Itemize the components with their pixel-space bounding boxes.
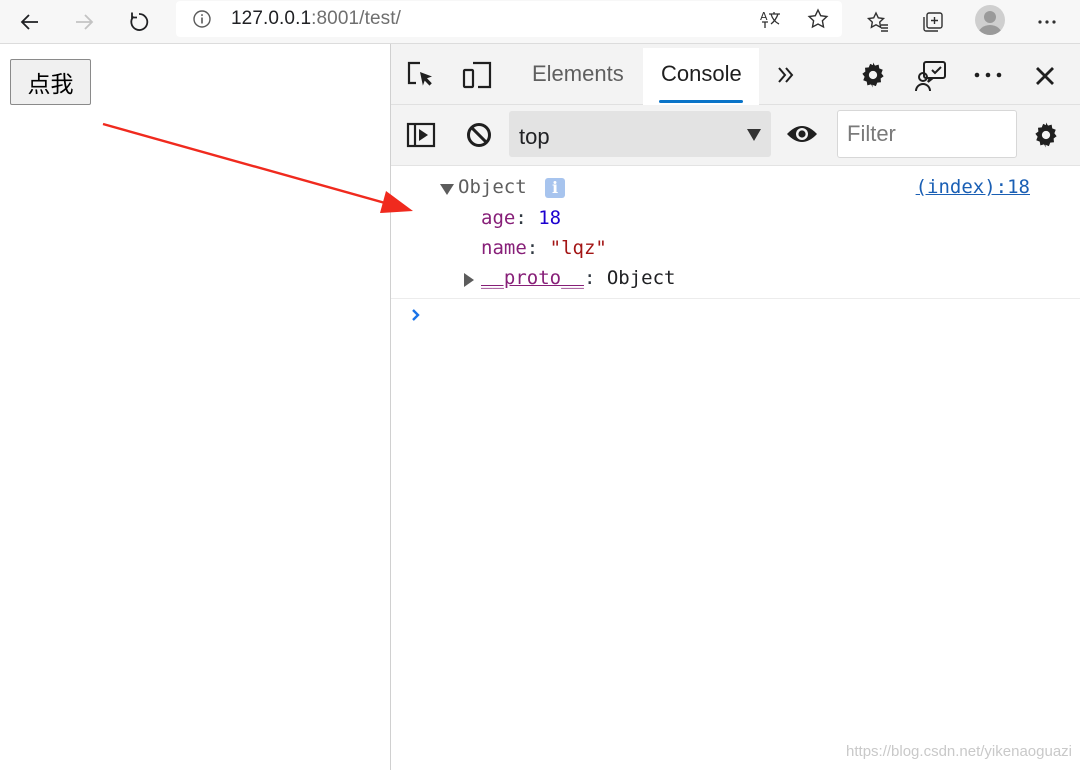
property-value: "lqz" xyxy=(549,237,607,259)
info-badge-icon[interactable]: i xyxy=(545,178,565,198)
clear-icon xyxy=(467,123,491,147)
url-text[interactable]: 127.0.0.1:8001/test/ xyxy=(231,8,401,30)
devtools-tab-bar: Elements Console xyxy=(391,44,1080,105)
sidebar-toggle-icon xyxy=(406,122,436,148)
console-sidebar-button[interactable] xyxy=(405,119,437,151)
active-tab-indicator xyxy=(659,100,743,103)
filter-input[interactable] xyxy=(837,110,1017,158)
click-me-button[interactable]: 点我 xyxy=(10,59,91,105)
tab-elements[interactable]: Elements xyxy=(532,61,624,87)
clear-console-button[interactable] xyxy=(463,119,495,151)
devtools-panel: Elements Console top Filter Object i (in… xyxy=(390,44,1080,770)
refresh-button[interactable] xyxy=(121,4,157,40)
property-key: age xyxy=(481,207,516,229)
favorites-button[interactable] xyxy=(860,4,896,40)
refresh-icon xyxy=(130,12,149,31)
back-arrow-icon xyxy=(20,14,38,30)
address-bar[interactable]: 127.0.0.1:8001/test/ A xyxy=(176,1,842,37)
property-separator: : xyxy=(515,207,539,229)
info-icon[interactable] xyxy=(192,9,212,29)
property-key: name xyxy=(481,237,527,259)
prompt-chevron-icon[interactable] xyxy=(409,308,423,322)
collapse-triangle-icon[interactable] xyxy=(464,273,474,287)
property-row[interactable]: __proto__: Object xyxy=(481,267,675,293)
more-icon xyxy=(1038,20,1056,24)
console-entry[interactable]: Object i (index):18 xyxy=(391,176,1080,202)
tab-console[interactable]: Console xyxy=(661,61,742,87)
more-options-icon xyxy=(974,72,1002,78)
profile-icon xyxy=(978,11,1002,35)
url-host: 127.0.0.1 xyxy=(231,8,312,29)
property-value: 18 xyxy=(538,207,562,229)
svg-text:A: A xyxy=(760,10,768,23)
expand-triangle-icon[interactable] xyxy=(440,184,454,195)
eye-icon xyxy=(787,126,817,142)
entry-divider xyxy=(391,298,1080,299)
collections-icon xyxy=(923,12,943,32)
browser-toolbar: 127.0.0.1:8001/test/ A xyxy=(0,0,1080,44)
device-toggle-button[interactable] xyxy=(460,58,494,92)
property-value: Object xyxy=(606,267,676,289)
browser-menu-button[interactable] xyxy=(1029,4,1065,40)
settings-icon xyxy=(1035,122,1057,148)
back-button[interactable] xyxy=(12,4,48,40)
property-separator: : xyxy=(583,267,607,289)
property-row: name: "lqz" xyxy=(481,237,607,263)
favorites-icon xyxy=(866,11,888,32)
context-select[interactable]: top xyxy=(509,111,771,157)
console-output: Object i (index):18 age: 18 name: "lqz" … xyxy=(391,166,1080,770)
settings-icon xyxy=(862,62,884,88)
close-icon xyxy=(1036,67,1054,85)
live-expression-button[interactable] xyxy=(784,118,820,150)
more-options-button[interactable] xyxy=(971,60,1005,90)
console-toolbar: top xyxy=(391,105,1080,166)
more-tabs-button[interactable] xyxy=(773,62,799,88)
star-icon xyxy=(807,8,829,29)
context-value: top xyxy=(519,124,550,149)
inspect-icon xyxy=(407,61,432,86)
forward-button[interactable] xyxy=(66,4,102,40)
favorite-button[interactable] xyxy=(806,7,830,31)
dropdown-arrow-icon xyxy=(747,129,761,141)
object-label[interactable]: Object xyxy=(458,176,527,198)
page-content: 点我 xyxy=(0,44,390,770)
translate-icon: A xyxy=(760,10,780,28)
property-row: age: 18 xyxy=(481,207,561,233)
property-separator: : xyxy=(526,237,550,259)
collections-button[interactable] xyxy=(915,4,951,40)
url-path: :8001/test/ xyxy=(311,8,401,29)
property-key: __proto__ xyxy=(481,267,584,289)
feedback-icon xyxy=(915,61,946,92)
inspect-button[interactable] xyxy=(403,58,437,92)
close-devtools-button[interactable] xyxy=(1031,62,1059,90)
watermark: https://blog.csdn.net/yikenaoguazi xyxy=(846,743,1072,760)
feedback-button[interactable] xyxy=(913,58,949,94)
console-settings-button[interactable] xyxy=(1029,118,1063,152)
source-link[interactable]: (index):18 xyxy=(916,176,1030,198)
device-toggle-icon xyxy=(462,61,492,89)
profile-avatar[interactable] xyxy=(975,5,1005,35)
forward-arrow-icon xyxy=(76,14,94,30)
more-tabs-icon xyxy=(778,67,794,83)
devtools-settings-button[interactable] xyxy=(856,58,890,92)
translate-button[interactable]: A xyxy=(759,7,783,31)
